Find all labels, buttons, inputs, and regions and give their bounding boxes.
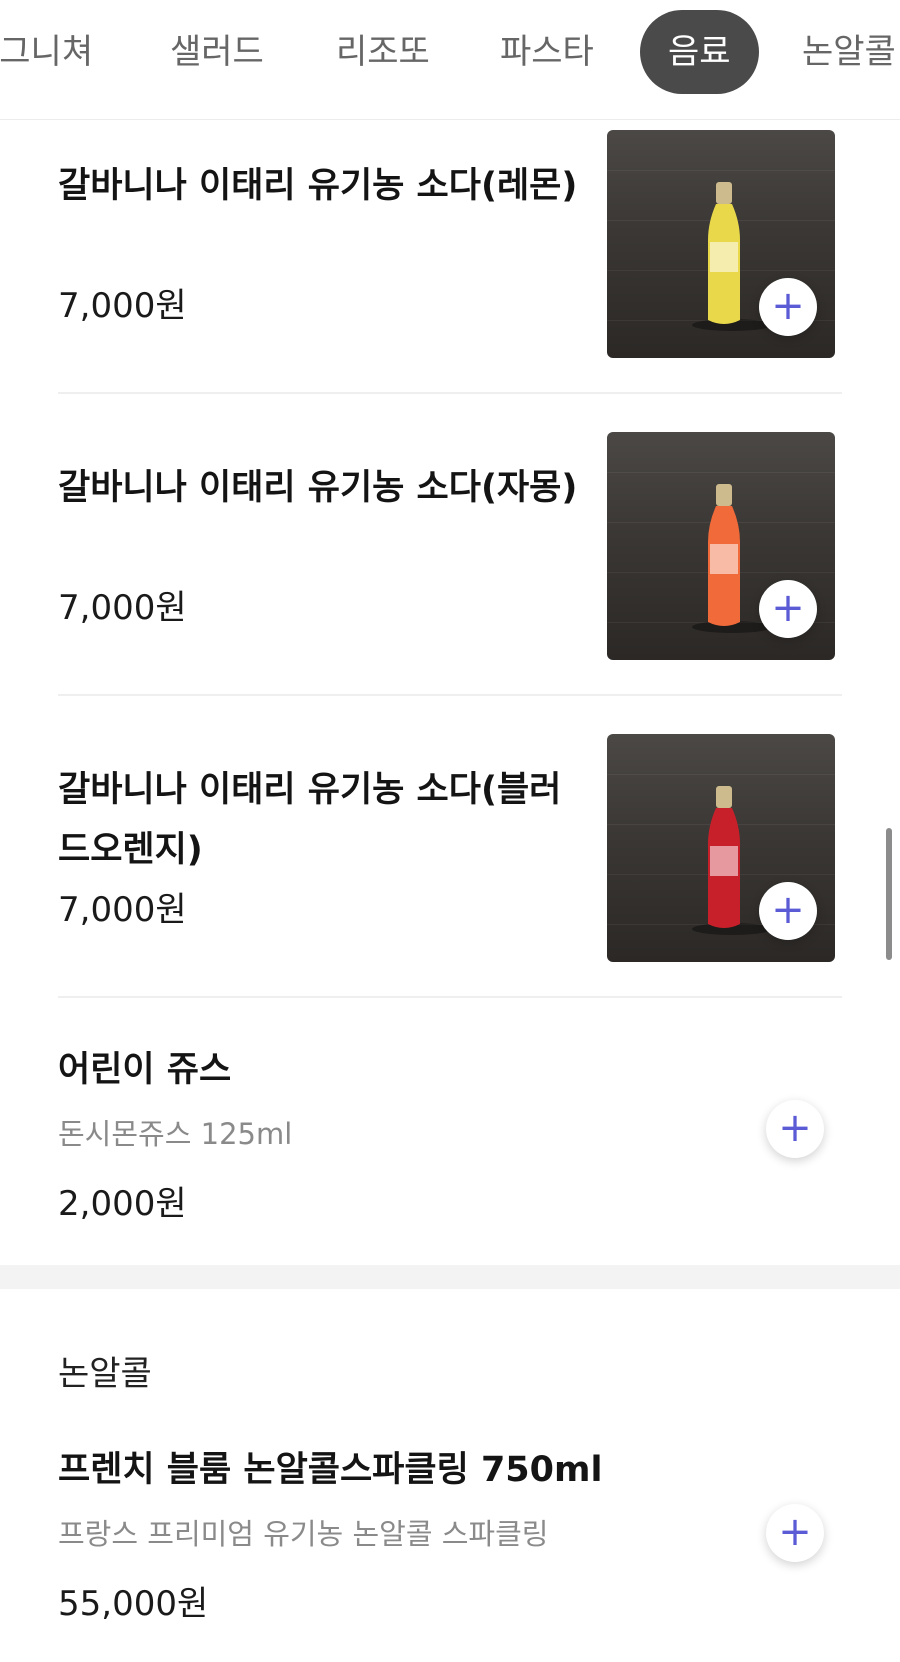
plus-icon[interactable]: + <box>766 1504 824 1562</box>
tab-risotto[interactable]: 리조또 <box>336 10 430 94</box>
item-price: 7,000원 <box>58 890 187 930</box>
category-tab-bar: 시그니쳐 샐러드 리조또 파스타 음료 논알콜 <box>0 0 900 120</box>
tab-signature[interactable]: 시그니쳐 <box>0 10 93 94</box>
divider <box>58 694 842 696</box>
item-name: 어린이 쥬스 <box>58 1050 232 1090</box>
item-name: 프렌치 블룸 논알콜스파클링 750ml <box>58 1450 603 1490</box>
item-name: 갈바니나 이태리 유기농 소다(자몽) <box>58 468 578 508</box>
item-name: 갈바니나 이태리 유기농 소다(블러드오렌지) <box>58 770 562 870</box>
item-description: 돈시몬쥬스 125ml <box>58 1117 293 1151</box>
divider <box>58 996 842 998</box>
tab-beverage[interactable]: 음료 <box>640 10 759 94</box>
item-image: + <box>607 130 835 358</box>
item-price: 55,000원 <box>58 1584 209 1624</box>
item-image: + <box>607 734 835 962</box>
item-description: 프랑스 프리미엄 유기농 논알콜 스파클링 <box>58 1517 549 1551</box>
section-separator <box>0 1265 900 1289</box>
plus-icon[interactable]: + <box>766 1100 824 1158</box>
item-name: 갈바니나 이태리 유기농 소다(레몬) <box>58 166 578 206</box>
plus-icon[interactable]: + <box>759 882 817 940</box>
item-image: + <box>607 432 835 660</box>
plus-icon[interactable]: + <box>759 278 817 336</box>
tab-pasta[interactable]: 파스타 <box>500 10 594 94</box>
tab-salad[interactable]: 샐러드 <box>170 10 264 94</box>
plus-icon[interactable]: + <box>759 580 817 638</box>
item-price: 2,000원 <box>58 1184 187 1224</box>
item-price: 7,000원 <box>58 286 187 326</box>
divider <box>58 392 842 394</box>
section-title: 논알콜 <box>58 1354 152 1394</box>
tab-non-alcoholic[interactable]: 논알콜 <box>802 10 896 94</box>
scrollbar[interactable] <box>886 828 892 960</box>
item-price: 7,000원 <box>58 588 187 628</box>
